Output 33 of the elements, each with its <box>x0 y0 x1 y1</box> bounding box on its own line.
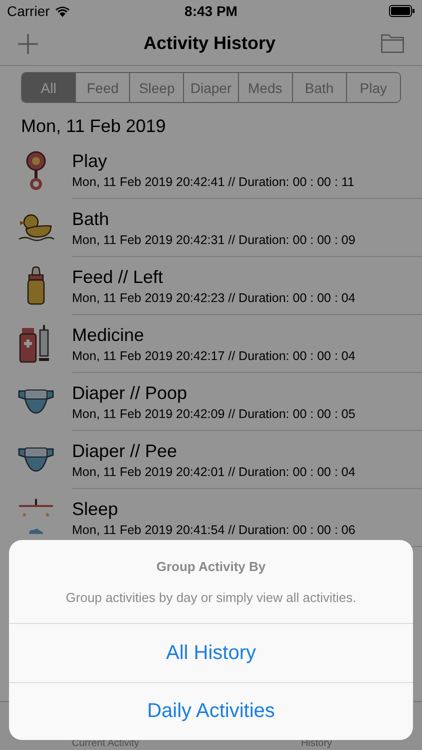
battery-icon <box>389 5 415 17</box>
sheet-action-button[interactable]: Daily Activities <box>9 682 413 740</box>
activity-title: Diaper // Poop <box>72 382 188 404</box>
activity-detail: Mon, 11 Feb 2019 20:41:54 // Duration: 00 : 00 : 06 <box>72 522 356 536</box>
activity-title: Sleep <box>72 498 120 520</box>
section-header: Mon, 11 Feb 2019 <box>20 115 167 138</box>
sheet-message: Group activities by day or simply view all activities. <box>66 590 356 604</box>
filter-segment[interactable]: Play <box>346 73 400 102</box>
activity-title: Feed // Left <box>72 266 164 288</box>
add-icon[interactable] <box>18 34 38 54</box>
tab-label[interactable]: History <box>211 738 422 750</box>
filter-segment[interactable]: Sleep <box>129 73 184 102</box>
activity-title: Play <box>72 150 108 172</box>
wifi-icon <box>54 6 70 16</box>
activity-title: Diaper // Pee <box>72 440 178 462</box>
clock-time: 8:43 PM <box>184 3 238 19</box>
activity-detail: Mon, 11 Feb 2019 20:42:01 // Duration: 00 : 00 : 04 <box>72 464 356 478</box>
sheet-action-button[interactable]: All History <box>9 624 413 682</box>
activity-detail: Mon, 11 Feb 2019 20:42:09 // Duration: 00 : 00 : 05 <box>72 406 356 420</box>
activity-title: Medicine <box>72 324 146 346</box>
bottle-icon <box>25 266 47 306</box>
activity-detail: Mon, 11 Feb 2019 20:42:23 // Duration: 00 : 00 : 04 <box>72 290 356 304</box>
activity-detail: Mon, 11 Feb 2019 20:42:41 // Duration: 00 : 00 : 11 <box>72 174 356 188</box>
filter-segment[interactable]: All <box>22 73 76 102</box>
filter-segment[interactable]: Feed <box>75 73 130 102</box>
activity-detail: Mon, 11 Feb 2019 20:42:17 // Duration: 00 : 00 : 04 <box>72 348 356 362</box>
carrier-label: Carrier <box>7 3 50 19</box>
duck-icon <box>17 213 55 243</box>
folder-icon[interactable] <box>380 34 404 53</box>
screen-title: Activity History <box>143 33 276 54</box>
activity-title: Bath <box>72 208 110 230</box>
sheet-title: Group Activity By <box>156 558 266 574</box>
activity-detail: Mon, 11 Feb 2019 20:42:31 // Duration: 00 : 00 : 09 <box>72 232 356 246</box>
